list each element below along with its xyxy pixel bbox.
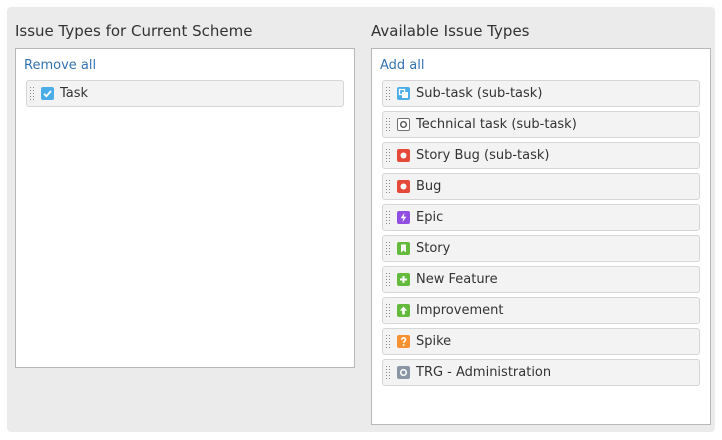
issue-type-item-spike[interactable]: Spike bbox=[382, 328, 700, 355]
issue-type-item-new-feature[interactable]: New Feature bbox=[382, 266, 700, 293]
drag-handle-icon[interactable] bbox=[386, 210, 392, 225]
issue-type-item-epic[interactable]: Epic bbox=[382, 204, 700, 231]
issue-type-label: Epic bbox=[416, 210, 444, 225]
drag-handle-icon[interactable] bbox=[386, 303, 392, 318]
drag-handle-icon[interactable] bbox=[386, 179, 392, 194]
subtask-icon bbox=[397, 87, 410, 100]
drag-handle-icon[interactable] bbox=[386, 241, 392, 256]
plus-icon bbox=[397, 273, 410, 286]
issue-type-item-technical-task[interactable]: Technical task (sub-task) bbox=[382, 111, 700, 138]
up-arrow-icon bbox=[397, 304, 410, 317]
epic-lightning-icon bbox=[397, 211, 410, 224]
issue-type-item-task[interactable]: Task bbox=[26, 80, 344, 107]
issue-type-label: New Feature bbox=[416, 272, 498, 287]
issue-type-item-improvement[interactable]: Improvement bbox=[382, 297, 700, 324]
issue-type-label: TRG - Administration bbox=[416, 365, 552, 380]
issue-type-label: Technical task (sub-task) bbox=[416, 117, 577, 132]
drag-handle-icon[interactable] bbox=[386, 86, 392, 101]
drag-handle-icon[interactable] bbox=[386, 334, 392, 349]
drag-handle-icon[interactable] bbox=[30, 86, 36, 101]
issue-type-label: Spike bbox=[416, 334, 452, 349]
issue-type-item-bug[interactable]: Bug bbox=[382, 173, 700, 200]
issue-type-label: Sub-task (sub-task) bbox=[416, 86, 543, 101]
issue-type-label: Task bbox=[60, 86, 89, 101]
technical-task-icon bbox=[397, 118, 410, 131]
drag-handle-icon[interactable] bbox=[386, 272, 392, 287]
issue-type-label: Bug bbox=[416, 179, 442, 194]
issue-type-item-subtask[interactable]: Sub-task (sub-task) bbox=[382, 80, 700, 107]
drag-handle-icon[interactable] bbox=[386, 117, 392, 132]
issue-type-label: Story bbox=[416, 241, 451, 256]
bug-icon bbox=[397, 149, 410, 162]
bug-icon bbox=[397, 180, 410, 193]
issue-type-item-story-bug[interactable]: Story Bug (sub-task) bbox=[382, 142, 700, 169]
admin-circle-icon bbox=[397, 366, 410, 379]
drag-handle-icon[interactable] bbox=[386, 148, 392, 163]
add-all-link[interactable]: Add all bbox=[380, 58, 425, 73]
task-checkbox-icon bbox=[41, 87, 54, 100]
story-bookmark-icon bbox=[397, 242, 410, 255]
issue-type-item-story[interactable]: Story bbox=[382, 235, 700, 262]
issue-type-item-trg-administration[interactable]: TRG - Administration bbox=[382, 359, 700, 386]
available-types-title: Available Issue Types bbox=[371, 22, 530, 40]
drag-handle-icon[interactable] bbox=[386, 365, 392, 380]
issue-type-label: Story Bug (sub-task) bbox=[416, 148, 550, 163]
remove-all-link[interactable]: Remove all bbox=[24, 58, 96, 73]
issue-type-label: Improvement bbox=[416, 303, 504, 318]
question-icon bbox=[397, 335, 410, 348]
current-scheme-title: Issue Types for Current Scheme bbox=[15, 22, 253, 40]
